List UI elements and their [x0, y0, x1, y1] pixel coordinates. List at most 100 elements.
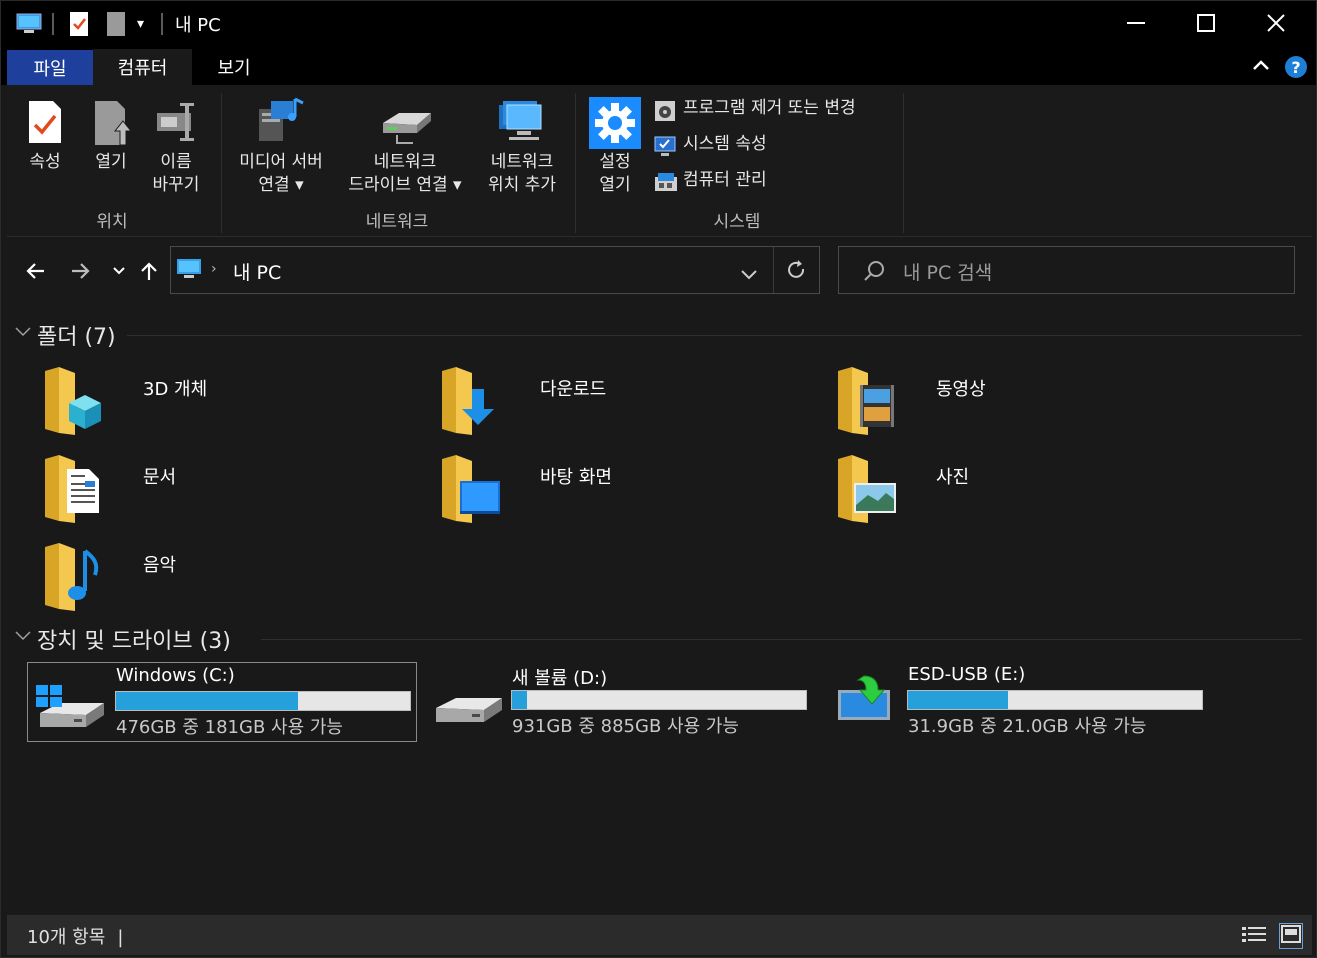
back-arrow-icon[interactable]: [21, 257, 49, 285]
svg-text:?: ?: [1291, 58, 1300, 77]
drive-usage-fill: [512, 691, 527, 709]
folder-name: 문서: [143, 467, 177, 488]
open-button[interactable]: 열기: [87, 151, 135, 174]
group-separator: [903, 93, 904, 233]
breadcrumb-current[interactable]: 내 PC: [233, 258, 281, 285]
breadcrumb-chevron-icon[interactable]: ›: [211, 261, 217, 277]
content-pane: 폴더 (7) 3D 개체 다운로드 동영상 문서 바탕 화면 사진 음악 장치 …: [7, 303, 1312, 915]
help-icon[interactable]: ?: [1284, 55, 1308, 83]
folders-section-header[interactable]: 폴더 (7): [7, 317, 1302, 351]
folders-section-title: 폴더 (7): [37, 325, 116, 350]
rename-icon[interactable]: [155, 99, 201, 149]
search-placeholder: 내 PC 검색: [903, 262, 993, 284]
forward-arrow-icon[interactable]: [67, 257, 95, 285]
maximize-button[interactable]: [1171, 1, 1241, 45]
map-network-drive-icon[interactable]: [379, 107, 435, 149]
folder-name: 사진: [936, 467, 970, 488]
pc-icon: [175, 257, 203, 285]
up-arrow-icon[interactable]: [135, 257, 163, 285]
media-server-label-line1: 미디어 서버: [239, 152, 323, 172]
rename-label-line1: 이름: [160, 152, 192, 172]
explorer-window: ▾ 내 PC 파일 컴퓨터 보기 ? 속성 열기 이름 바꾸기 위치 미디어 서…: [0, 0, 1317, 958]
folder-item-documents[interactable]: 문서: [41, 453, 431, 533]
close-button[interactable]: [1241, 1, 1311, 45]
search-box[interactable]: 내 PC 검색: [838, 246, 1295, 294]
folder-item-music[interactable]: 음악: [41, 541, 431, 621]
map-drive-label-line1: 네트워크: [373, 152, 437, 172]
recent-locations-chevron-icon[interactable]: [105, 257, 133, 285]
documents-folder-icon: [45, 455, 99, 523]
details-view-icon[interactable]: [1241, 925, 1267, 949]
properties-button[interactable]: 속성: [21, 151, 69, 174]
customize-quick-access-icon[interactable]: ▾: [137, 11, 144, 37]
add-location-label-line1: 네트워크: [490, 152, 554, 172]
new-folder-quick-icon[interactable]: [105, 11, 127, 37]
drives-section-header[interactable]: 장치 및 드라이브 (3): [7, 621, 1302, 655]
titlebar-separator: [161, 13, 163, 35]
window-title: 내 PC: [175, 15, 221, 36]
properties-icon[interactable]: [27, 99, 63, 149]
system-properties-button[interactable]: 시스템 속성: [683, 133, 767, 156]
drive-item-d[interactable]: 새 볼륨 (D:) 931GB 중 885GB 사용 가능: [424, 662, 814, 742]
properties-quick-icon[interactable]: [67, 11, 91, 37]
windows-drive-icon: [36, 685, 104, 727]
tab-computer[interactable]: 컴퓨터: [93, 49, 192, 85]
uninstall-program-button[interactable]: 프로그램 제거 또는 변경: [683, 97, 856, 120]
navigation-bar: › 내 PC 내 PC 검색: [7, 237, 1312, 303]
folder-name: 동영상: [936, 379, 986, 400]
drive-usage-fill: [908, 691, 1008, 709]
drive-item-c[interactable]: Windows (C:) 476GB 중 181GB 사용 가능: [27, 662, 417, 742]
drive-name: ESD-USB (E:): [908, 664, 1026, 685]
folder-item-videos[interactable]: 동영상: [834, 365, 1224, 445]
item-count-text: 10개 항목: [27, 927, 106, 948]
drive-item-e[interactable]: ESD-USB (E:) 31.9GB 중 21.0GB 사용 가능: [820, 662, 1210, 742]
tab-file[interactable]: 파일: [7, 50, 93, 86]
section-divider: [261, 639, 1302, 640]
settings-gear-icon[interactable]: [589, 97, 641, 153]
folder-name: 다운로드: [540, 379, 607, 400]
media-server-icon[interactable]: [257, 95, 307, 149]
map-network-drive-button[interactable]: 네트워크 드라이브 연결 ▾: [337, 151, 473, 197]
folder-item-3d-objects[interactable]: 3D 개체: [41, 365, 431, 445]
drives-section-title: 장치 및 드라이브 (3): [37, 629, 231, 654]
media-server-button[interactable]: 미디어 서버 연결 ▾: [227, 151, 335, 197]
collapse-ribbon-icon[interactable]: [1251, 57, 1271, 77]
add-network-location-button[interactable]: 네트워크 위치 추가: [475, 151, 569, 197]
rename-button[interactable]: 이름 바꾸기: [145, 151, 207, 197]
tab-view[interactable]: 보기: [197, 49, 271, 85]
drive-usage-fill: [116, 692, 299, 710]
drive-name: Windows (C:): [116, 665, 235, 686]
drive-space-info: 931GB 중 885GB 사용 가능: [512, 716, 739, 737]
status-divider: |: [117, 927, 124, 948]
downloads-folder-icon: [442, 367, 494, 435]
drive-name: 새 볼륨 (D:): [512, 668, 608, 689]
refresh-icon[interactable]: [787, 260, 807, 284]
usb-install-drive-icon: [838, 675, 890, 720]
title-bar: ▾ 내 PC: [1, 1, 1316, 47]
folder-item-downloads[interactable]: 다운로드: [438, 365, 828, 445]
add-location-label-line2: 위치 추가: [488, 175, 556, 195]
address-bar[interactable]: › 내 PC: [170, 246, 820, 294]
ribbon-tabs: 파일 컴퓨터 보기 ?: [1, 47, 1316, 86]
drive-usage-bar: [115, 691, 411, 711]
folder-item-pictures[interactable]: 사진: [834, 453, 1224, 533]
add-network-location-icon[interactable]: [497, 99, 547, 149]
open-settings-label-line1: 설정: [599, 152, 631, 172]
open-settings-label-line2: 열기: [599, 175, 631, 195]
videos-folder-icon: [838, 367, 894, 435]
large-icons-view-icon[interactable]: [1279, 923, 1303, 949]
folder-item-desktop[interactable]: 바탕 화면: [438, 453, 828, 533]
minimize-button[interactable]: [1101, 1, 1171, 45]
collapse-chevron-icon[interactable]: [15, 629, 31, 645]
search-icon: [863, 260, 885, 286]
group-label-system: 시스템: [713, 212, 761, 232]
desktop-folder-icon: [442, 455, 500, 523]
open-settings-button[interactable]: 설정 열기: [587, 151, 643, 197]
section-divider: [127, 335, 1302, 336]
computer-management-button[interactable]: 컴퓨터 관리: [683, 169, 767, 192]
open-icon[interactable]: [93, 99, 135, 153]
address-dropdown-chevron-icon[interactable]: [741, 265, 757, 284]
collapse-chevron-icon[interactable]: [15, 325, 31, 341]
group-separator: [575, 93, 576, 233]
group-label-network: 네트워크: [365, 212, 429, 232]
